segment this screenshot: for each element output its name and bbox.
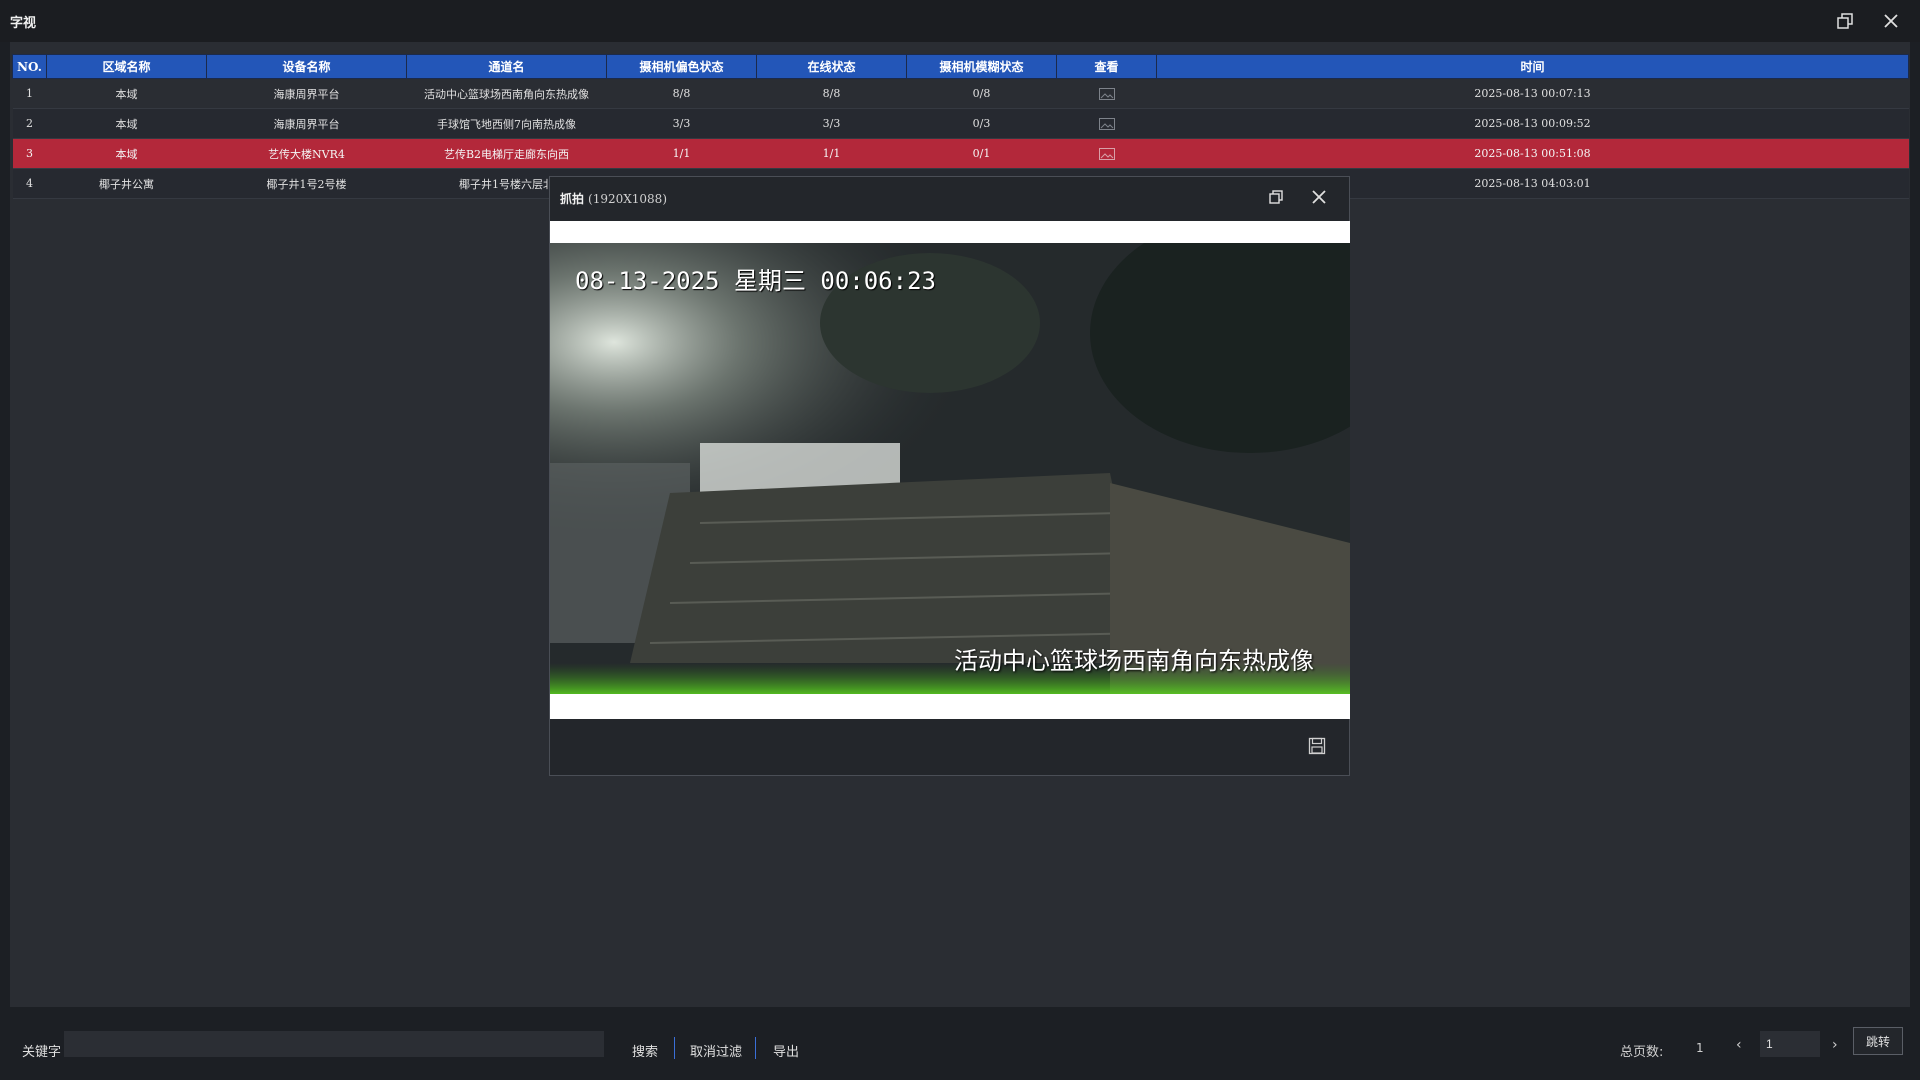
cell-channel: 活动中心篮球场西南角向东热成像 xyxy=(406,78,607,109)
clear-filter-button[interactable]: 取消过滤 xyxy=(690,1041,742,1060)
column-header-area[interactable]: 区域名称 xyxy=(46,54,207,79)
cell-color-cast: 1/1 xyxy=(606,138,757,169)
cell-area: 本域 xyxy=(46,138,207,169)
save-icon[interactable] xyxy=(1307,736,1327,756)
dialog-resolution: (1920X1088) xyxy=(588,192,667,206)
footer-bar: 关键字 搜索 取消过滤 导出 总页数: 1 ‹ › 跳转 xyxy=(10,1007,1910,1080)
cell-time: 2025-08-13 00:09:52 xyxy=(1156,108,1909,139)
table-row[interactable]: 2 本域 海康周界平台 手球馆飞地西侧7向南热成像 3/3 3/3 0/3 20… xyxy=(12,108,1909,139)
next-page-icon[interactable]: › xyxy=(1832,1037,1838,1053)
cell-color-cast: 3/3 xyxy=(606,108,757,139)
restore-icon[interactable] xyxy=(1834,10,1856,32)
cell-view[interactable] xyxy=(1056,108,1157,139)
cell-online: 8/8 xyxy=(756,78,907,109)
cell-color-cast: 8/8 xyxy=(606,78,757,109)
page-number-input[interactable] xyxy=(1760,1031,1820,1057)
export-button[interactable]: 导出 xyxy=(773,1041,799,1060)
table-row-selected[interactable]: 3 本域 艺传大楼NVR4 艺传B2电梯厅走廊东向西 1/1 1/1 0/1 2… xyxy=(12,138,1909,169)
column-header-view[interactable]: 查看 xyxy=(1056,54,1157,79)
column-header-blur[interactable]: 摄相机模糊状态 xyxy=(906,54,1057,79)
cell-no: 3 xyxy=(12,138,47,169)
image-view-icon[interactable] xyxy=(1098,118,1115,130)
table-header-row: NO. 区域名称 设备名称 通道名 摄相机偏色状态 在线状态 摄相机模糊状态 查… xyxy=(12,54,1909,79)
total-pages-value: 1 xyxy=(1696,1041,1704,1055)
cell-time: 2025-08-13 00:07:13 xyxy=(1156,78,1909,109)
column-header-color-cast[interactable]: 摄相机偏色状态 xyxy=(606,54,757,79)
snapshot-image[interactable]: 08-13-2025 星期三 00:06:23 活动中心篮球场西南角向东热成像 xyxy=(550,243,1350,694)
cell-no: 2 xyxy=(12,108,47,139)
cell-area: 本域 xyxy=(46,78,207,109)
osd-channel-name: 活动中心篮球场西南角向东热成像 xyxy=(954,647,1314,675)
cell-online: 1/1 xyxy=(756,138,907,169)
image-view-icon[interactable] xyxy=(1098,148,1115,160)
dialog-title: 抓拍 (1920X1088) xyxy=(560,190,667,207)
cell-device: 艺传大楼NVR4 xyxy=(206,138,407,169)
snapshot-frame: 08-13-2025 星期三 00:06:23 活动中心篮球场西南角向东热成像 xyxy=(550,221,1350,719)
prev-page-icon[interactable]: ‹ xyxy=(1736,1037,1742,1053)
cell-online: 3/3 xyxy=(756,108,907,139)
keyword-label: 关键字 xyxy=(22,1045,62,1060)
cell-area: 椰子井公寓 xyxy=(46,168,207,199)
cell-channel: 手球馆飞地西侧7向南热成像 xyxy=(406,108,607,139)
cell-view[interactable] xyxy=(1056,78,1157,109)
cell-no: 1 xyxy=(12,78,47,109)
column-header-channel[interactable]: 通道名 xyxy=(406,54,607,79)
close-icon[interactable] xyxy=(1880,10,1902,32)
column-header-online[interactable]: 在线状态 xyxy=(756,54,907,79)
osd-timestamp: 08-13-2025 星期三 00:06:23 xyxy=(575,267,936,295)
column-header-no[interactable]: NO. xyxy=(12,54,47,79)
table-row[interactable]: 1 本域 海康周界平台 活动中心篮球场西南角向东热成像 8/8 8/8 0/8 … xyxy=(12,78,1909,109)
column-header-device[interactable]: 设备名称 xyxy=(206,54,407,79)
cell-area: 本域 xyxy=(46,108,207,139)
cell-channel: 艺传B2电梯厅走廊东向西 xyxy=(406,138,607,169)
cell-blur: 0/3 xyxy=(906,108,1057,139)
cell-blur: 0/1 xyxy=(906,138,1057,169)
cell-device: 海康周界平台 xyxy=(206,108,407,139)
jump-button[interactable]: 跳转 xyxy=(1853,1027,1903,1055)
column-header-time[interactable]: 时间 xyxy=(1156,54,1909,79)
separator xyxy=(674,1037,675,1059)
dialog-restore-icon[interactable] xyxy=(1266,187,1286,207)
dialog-title-text: 抓拍 xyxy=(560,192,585,206)
search-button[interactable]: 搜索 xyxy=(632,1041,658,1060)
cell-device: 椰子井1号2号楼 xyxy=(206,168,407,199)
snapshot-scene xyxy=(550,243,1350,694)
separator xyxy=(755,1037,756,1059)
cell-time: 2025-08-13 00:51:08 xyxy=(1156,138,1909,169)
app-title: 字视 xyxy=(10,16,37,31)
dialog-close-icon[interactable] xyxy=(1309,187,1329,207)
cell-blur: 0/8 xyxy=(906,78,1057,109)
cell-device: 海康周界平台 xyxy=(206,78,407,109)
cell-view[interactable] xyxy=(1056,138,1157,169)
keyword-input[interactable] xyxy=(64,1031,604,1057)
snapshot-dialog: 抓拍 (1920X1088) 08-13-2025 星期三 00:06:23 活… xyxy=(549,176,1350,776)
total-pages-label: 总页数: xyxy=(1620,1045,1664,1060)
title-bar: 字视 xyxy=(0,0,1920,42)
image-view-icon[interactable] xyxy=(1098,88,1115,100)
cell-no: 4 xyxy=(12,168,47,199)
